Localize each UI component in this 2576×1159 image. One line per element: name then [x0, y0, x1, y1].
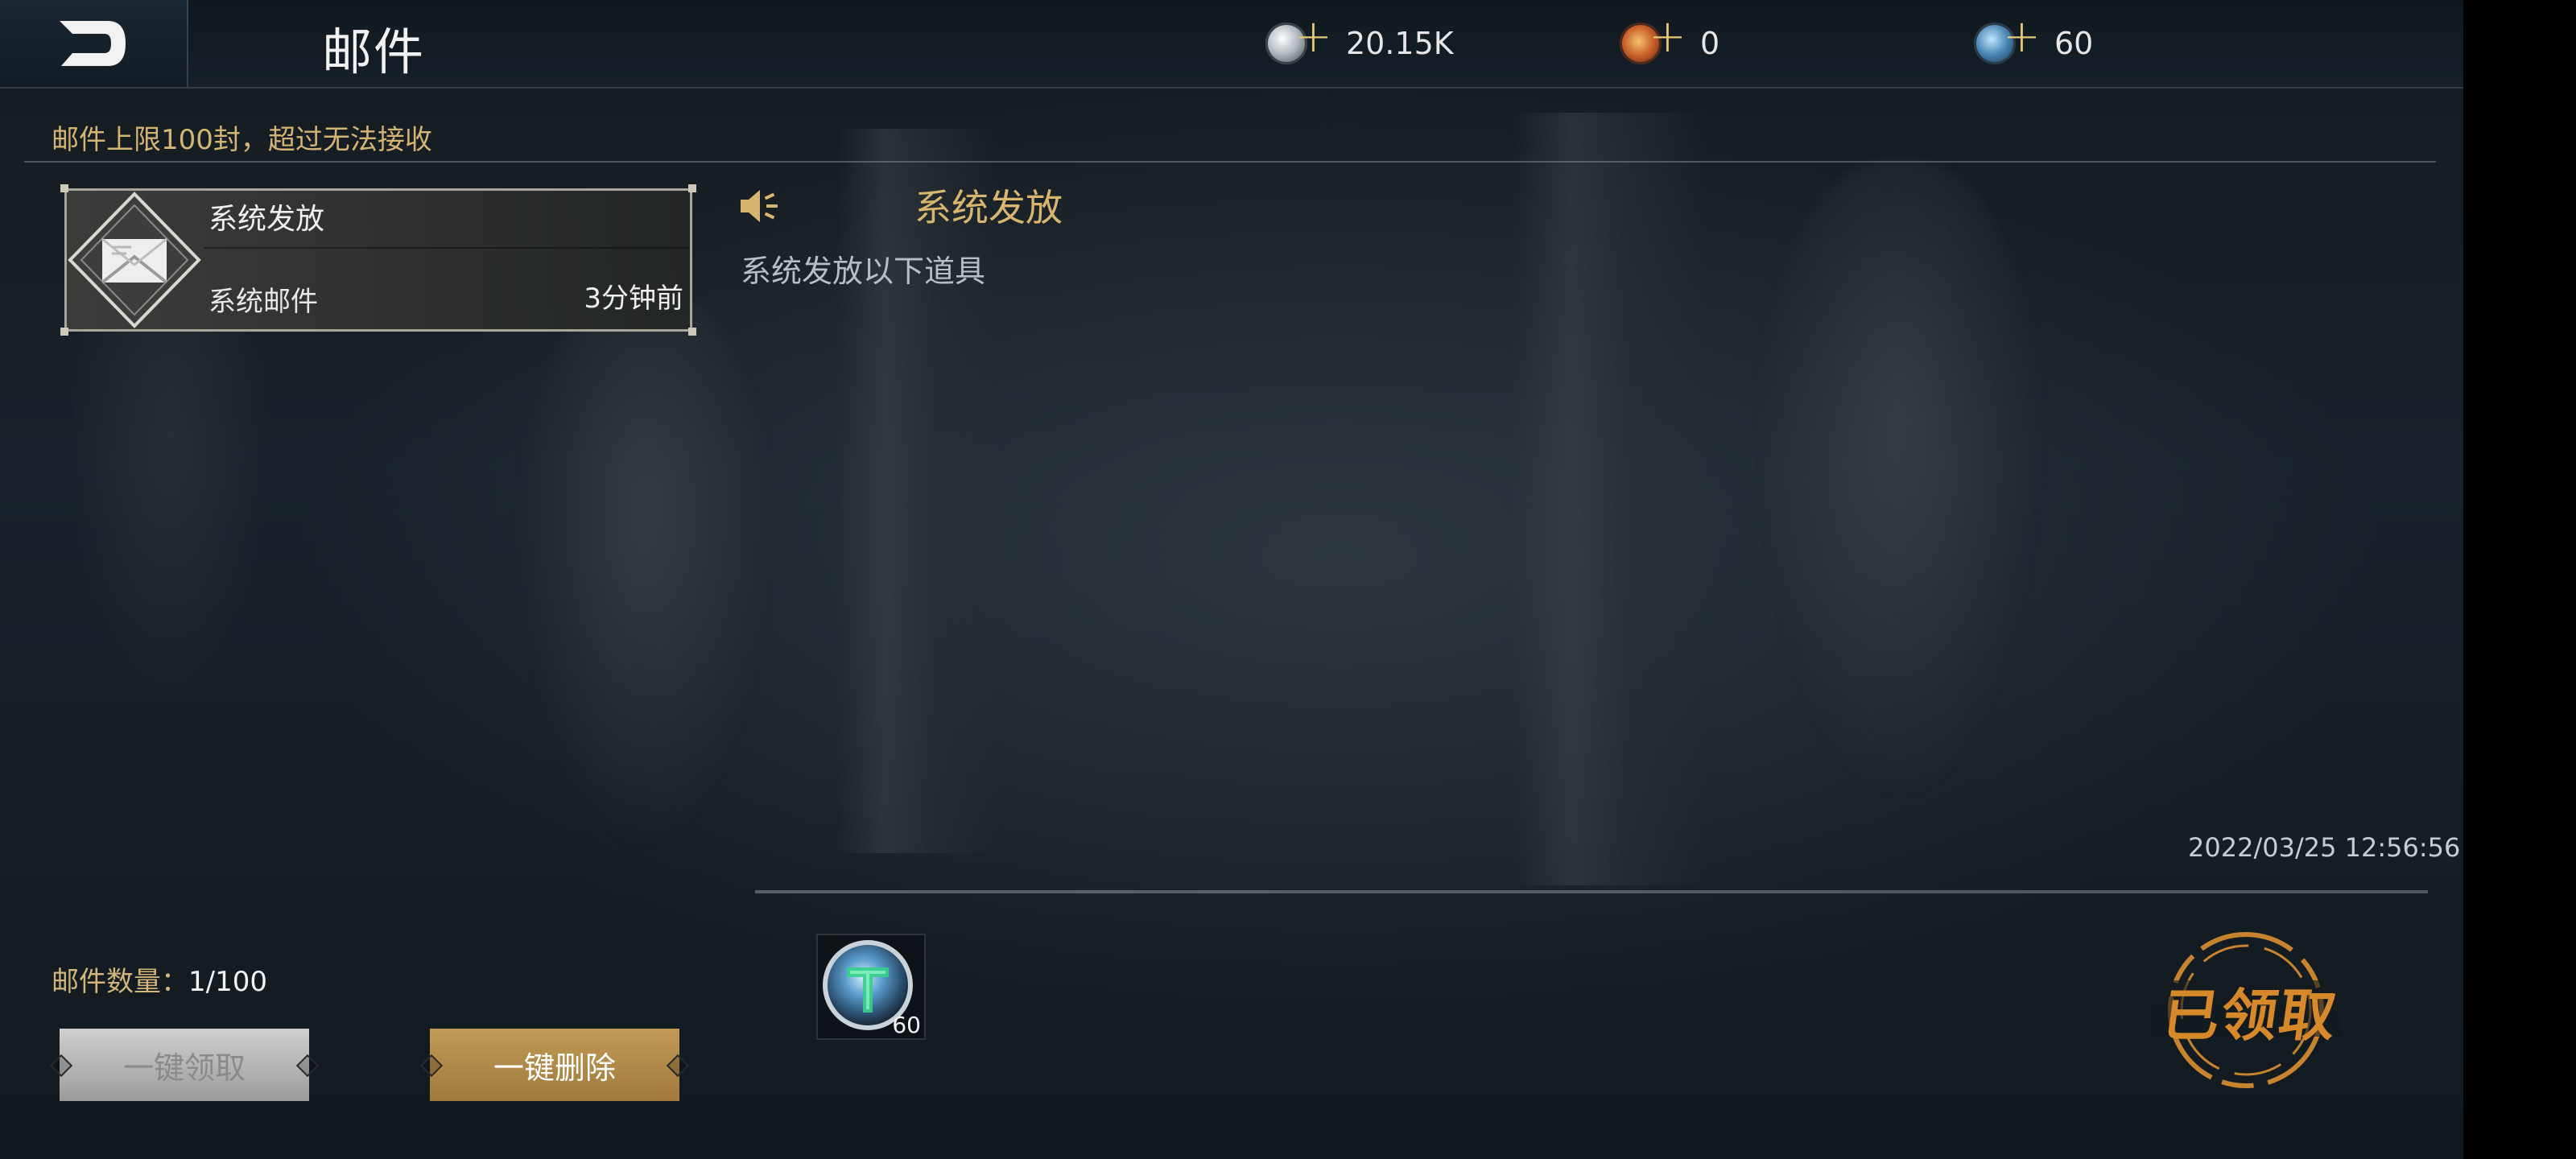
claimed-stamp: 已领取 — [2141, 926, 2351, 1095]
delete-all-button[interactable]: 一键删除 — [419, 1029, 690, 1101]
mail-type-badge — [67, 191, 202, 329]
background-pillar — [1513, 113, 1707, 885]
mail-item-time: 3分钟前 — [584, 283, 683, 315]
currency-value: 60 — [2054, 26, 2094, 61]
notice-text: 邮件上限100封，超过无法接收 — [52, 124, 432, 156]
blue-crystal-coin-icon: + — [1974, 14, 2041, 64]
claimed-status-text: 已领取 — [2158, 983, 2342, 1049]
silver-coin-icon: + — [1265, 14, 1332, 64]
frame-corner — [688, 328, 696, 336]
reward-count: 60 — [892, 1012, 921, 1038]
currency-blue[interactable]: + 60 — [1974, 14, 2094, 69]
back-button[interactable] — [0, 0, 188, 87]
mail-screen: 邮件 + 20.15K + 0 + 60 邮件上限100封，超过无法接收 系统发… — [0, 0, 2576, 1159]
currency-value: 20.15K — [1346, 26, 1454, 61]
speaker-icon — [736, 184, 781, 232]
currency-red[interactable]: + 0 — [1620, 14, 1720, 69]
envelope-icon — [68, 192, 201, 328]
background-statue — [1755, 161, 2045, 805]
top-bar: 邮件 + 20.15K + 0 + 60 — [0, 0, 2463, 89]
button-ornament — [295, 1054, 320, 1078]
add-icon: + — [2003, 10, 2041, 63]
mail-detail-title: 系统发放 — [914, 186, 1063, 229]
button-ornament — [49, 1054, 73, 1078]
mail-count: 邮件数量：1/100 — [52, 959, 267, 999]
red-gem-coin-icon: + — [1620, 14, 1686, 64]
divider — [755, 890, 2428, 893]
mail-item-title: 系统发放 — [208, 203, 325, 236]
add-icon: + — [1294, 10, 1332, 63]
currency-value: 0 — [1700, 26, 1720, 61]
button-ornament — [666, 1054, 690, 1078]
mail-detail-body: 系统发放以下道具 — [741, 254, 986, 289]
add-icon: + — [1649, 10, 1686, 63]
claim-all-button[interactable]: 一键领取 — [49, 1029, 320, 1101]
currency-silver[interactable]: + 20.15K — [1265, 14, 1454, 69]
mail-limit-notice: 邮件上限100封，超过无法接收 — [24, 101, 2436, 163]
reward-item[interactable]: 60 — [816, 934, 926, 1040]
back-arrow-icon — [60, 21, 126, 66]
mail-detail-date: 2022/03/25 12:56:56 — [2188, 832, 2461, 863]
background-pillar — [837, 129, 998, 853]
claim-all-label: 一键领取 — [122, 1050, 246, 1086]
frame-corner — [688, 184, 696, 192]
mail-list-item[interactable]: 系统发放 系统邮件 3分钟前 — [60, 184, 696, 336]
page-title: 邮件 — [322, 23, 426, 81]
mail-count-value: 1/100 — [188, 966, 267, 998]
background-statue — [515, 290, 773, 853]
button-ornament — [419, 1054, 444, 1078]
screen-edge — [2463, 0, 2576, 1159]
delete-all-label: 一键删除 — [493, 1050, 616, 1086]
divider — [204, 247, 690, 249]
mail-count-label: 邮件数量： — [52, 966, 188, 998]
mail-item-type: 系统邮件 — [208, 286, 318, 318]
